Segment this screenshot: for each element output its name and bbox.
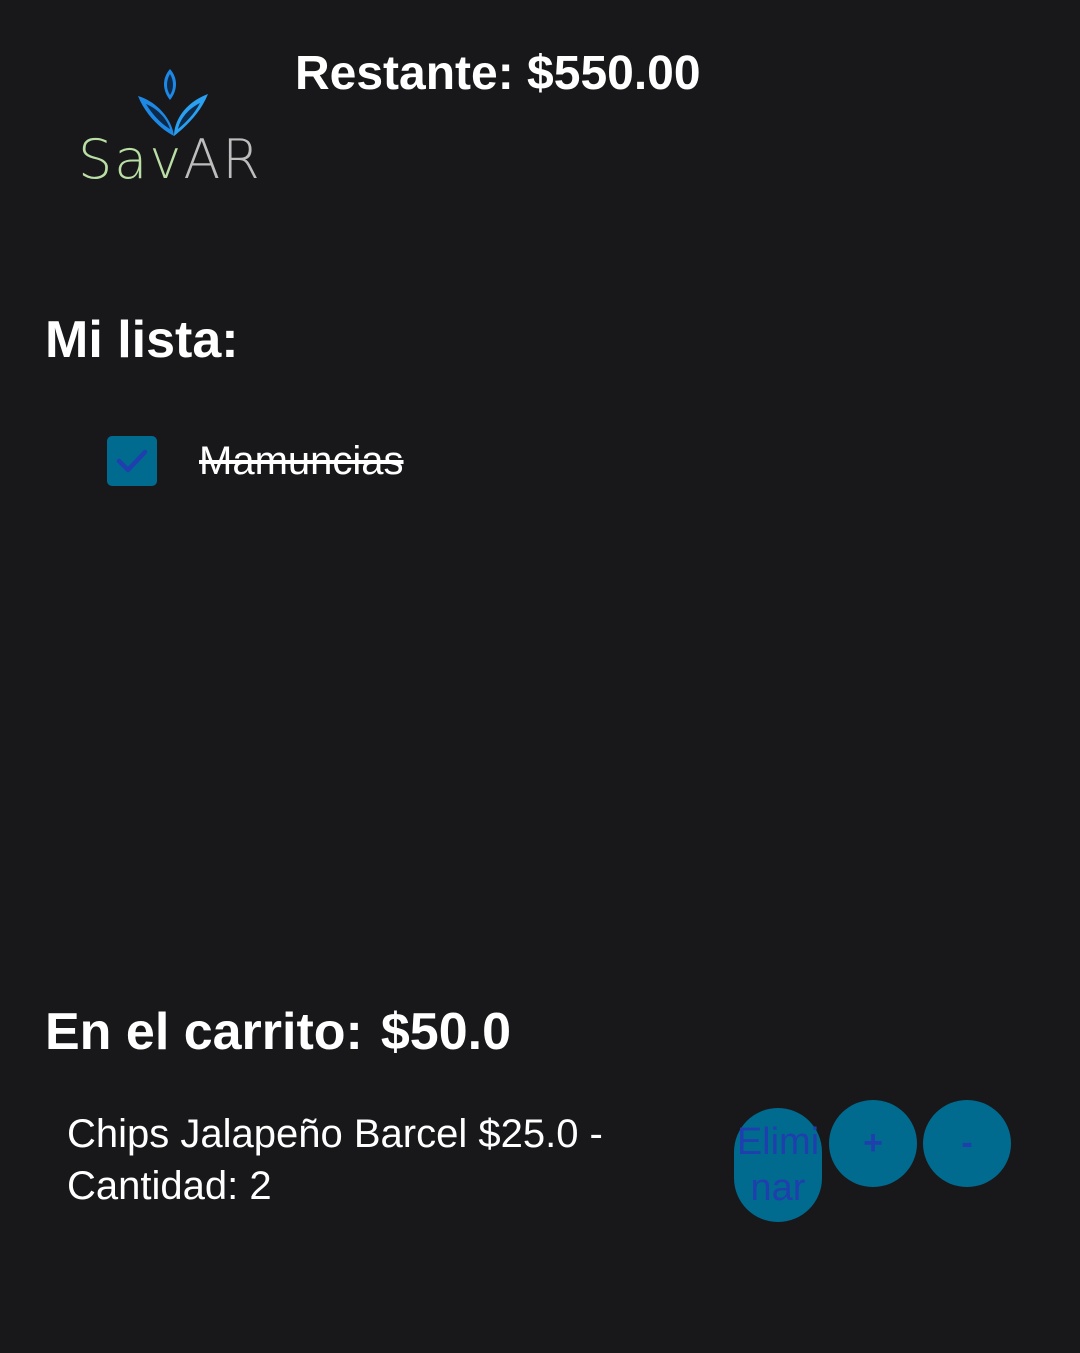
item-checkbox[interactable] <box>107 436 157 486</box>
list-item[interactable]: Mamuncias <box>107 436 404 486</box>
decrease-quantity-button[interactable]: - <box>923 1100 1011 1187</box>
list-heading: Mi lista: <box>45 311 239 369</box>
cart-heading: En el carrito: $50.0 <box>45 1002 511 1062</box>
cart-heading-label: En el carrito: <box>45 1003 363 1061</box>
logo-wordmark-sav: Sav <box>78 128 184 191</box>
list-item-label: Mamuncias <box>199 439 404 483</box>
remaining-budget: Restante: $550.00 <box>295 47 701 100</box>
cart-total: $50.0 <box>380 1003 512 1061</box>
app-logo: SavAR <box>78 64 268 190</box>
cart-item-text: Chips Jalapeño Barcel $25.0 - Cantidad: … <box>67 1112 603 1208</box>
logo-wordmark: SavAR <box>78 130 262 190</box>
logo-wordmark-ar: AR <box>183 128 262 191</box>
increase-quantity-button[interactable]: + <box>829 1100 917 1187</box>
checkmark-icon <box>116 449 148 473</box>
delete-button[interactable]: Eliminar <box>734 1108 822 1222</box>
